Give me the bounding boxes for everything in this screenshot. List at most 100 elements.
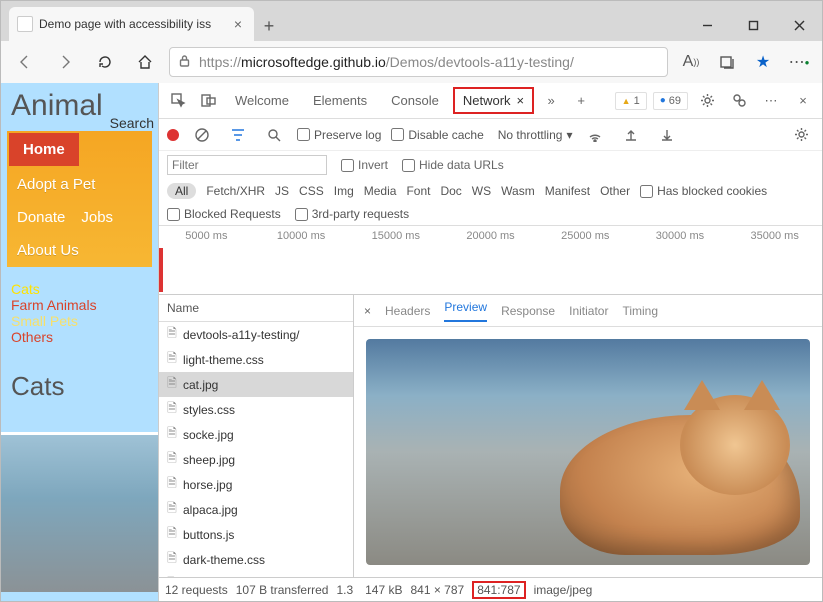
info-badge[interactable]: 69 bbox=[653, 92, 688, 110]
refresh-button[interactable] bbox=[89, 46, 121, 78]
network-settings-icon[interactable] bbox=[788, 122, 814, 148]
filter-other[interactable]: Other bbox=[600, 184, 630, 198]
disable-cache-checkbox[interactable]: Disable cache bbox=[391, 128, 483, 142]
devtools-panel: Welcome Elements Console Network × » + 1… bbox=[158, 83, 822, 601]
clear-icon[interactable] bbox=[189, 122, 215, 148]
kebab-icon[interactable]: ⋯ bbox=[758, 88, 784, 114]
timeline-tick: 15000 ms bbox=[348, 230, 443, 242]
third-party-checkbox[interactable]: 3rd-party requests bbox=[295, 207, 409, 221]
status-dims: 841 × 787 bbox=[410, 583, 464, 597]
page-search-label[interactable]: Search bbox=[110, 115, 154, 131]
record-button[interactable] bbox=[167, 129, 179, 141]
filter-css[interactable]: CSS bbox=[299, 184, 324, 198]
request-row[interactable]: 🗎alpaca.jpg bbox=[159, 497, 353, 522]
tab-network[interactable]: Network × bbox=[453, 87, 534, 114]
link-small[interactable]: Small Pets bbox=[11, 313, 148, 329]
filter-input[interactable] bbox=[167, 155, 327, 175]
request-name: cat.jpg bbox=[183, 378, 218, 392]
file-icon: 🗎 bbox=[165, 349, 179, 370]
menu-donate[interactable]: Donate bbox=[17, 209, 65, 226]
request-name: socke.jpg bbox=[183, 428, 234, 442]
link-farm[interactable]: Farm Animals bbox=[11, 297, 148, 313]
inspect-icon[interactable] bbox=[165, 88, 191, 114]
filter-media[interactable]: Media bbox=[364, 184, 397, 198]
more-icon[interactable]: ⋯● bbox=[784, 47, 814, 77]
request-row[interactable]: 🗎sheep.jpg bbox=[159, 447, 353, 472]
filter-font[interactable]: Font bbox=[406, 184, 430, 198]
tab-preview[interactable]: Preview bbox=[444, 300, 487, 322]
more-tabs-icon[interactable]: » bbox=[538, 88, 564, 114]
request-row[interactable]: 🗎dark-theme.css bbox=[159, 547, 353, 572]
filter-manifest[interactable]: Manifest bbox=[545, 184, 590, 198]
filter-ws[interactable]: WS bbox=[472, 184, 491, 198]
menu-about[interactable]: About Us bbox=[7, 234, 152, 267]
device-toggle-icon[interactable] bbox=[195, 88, 221, 114]
link-cats[interactable]: Cats bbox=[11, 281, 148, 297]
request-list-header: Name bbox=[159, 295, 353, 322]
filter-img[interactable]: Img bbox=[334, 184, 354, 198]
export-icon[interactable] bbox=[654, 122, 680, 148]
request-row[interactable]: 🗎light-theme.css bbox=[159, 347, 353, 372]
tab-close-icon[interactable]: × bbox=[230, 16, 246, 32]
status-bar: 12 requests 107 B transferred 1.3 147 kB… bbox=[159, 577, 822, 601]
preview-close-icon[interactable]: × bbox=[364, 304, 371, 318]
filter-doc[interactable]: Doc bbox=[440, 184, 461, 198]
network-conditions-icon[interactable] bbox=[582, 122, 608, 148]
browser-tab[interactable]: Demo page with accessibility iss × bbox=[9, 7, 254, 41]
close-devtools-icon[interactable]: × bbox=[790, 88, 816, 114]
throttling-select[interactable]: No throttling ▾ bbox=[498, 128, 573, 142]
read-aloud-icon[interactable]: A)) bbox=[676, 47, 706, 77]
hide-data-urls-checkbox[interactable]: Hide data URLs bbox=[402, 158, 504, 172]
menu-adopt[interactable]: Adopt a Pet bbox=[7, 168, 152, 201]
status-mime: image/jpeg bbox=[534, 583, 593, 597]
favorite-icon[interactable]: ★ bbox=[748, 47, 778, 77]
tab-console[interactable]: Console bbox=[381, 87, 449, 114]
tab-elements[interactable]: Elements bbox=[303, 87, 377, 114]
request-row[interactable]: 🗎cat.jpg bbox=[159, 372, 353, 397]
url-box[interactable]: https://microsoftedge.github.io/Demos/de… bbox=[169, 47, 668, 77]
file-icon: 🗎 bbox=[165, 549, 179, 570]
menu-jobs[interactable]: Jobs bbox=[81, 209, 113, 226]
search-icon[interactable] bbox=[261, 122, 287, 148]
request-row[interactable]: 🗎devtools-a11y-testing/ bbox=[159, 322, 353, 347]
request-name: buttons.js bbox=[183, 528, 234, 542]
filter-js[interactable]: JS bbox=[275, 184, 289, 198]
request-row[interactable]: 🗎buttons.js bbox=[159, 522, 353, 547]
blocked-requests-checkbox[interactable]: Blocked Requests bbox=[167, 207, 281, 221]
chevron-down-icon: ▾ bbox=[566, 128, 572, 142]
menu-home[interactable]: Home bbox=[9, 133, 79, 166]
back-button[interactable] bbox=[9, 46, 41, 78]
warnings-badge[interactable]: 1 bbox=[615, 92, 647, 110]
new-tab-button[interactable]: + bbox=[254, 11, 284, 41]
filter-fetch[interactable]: Fetch/XHR bbox=[206, 184, 265, 198]
tab-timing[interactable]: Timing bbox=[622, 304, 658, 318]
home-button[interactable] bbox=[129, 46, 161, 78]
network-timeline[interactable]: 5000 ms10000 ms15000 ms20000 ms25000 ms3… bbox=[159, 225, 822, 295]
tab-response[interactable]: Response bbox=[501, 304, 555, 318]
filter-icon[interactable] bbox=[225, 122, 251, 148]
issues-icon[interactable] bbox=[726, 88, 752, 114]
window-maximize-button[interactable] bbox=[730, 9, 776, 41]
request-row[interactable]: 🗎styles.css bbox=[159, 397, 353, 422]
add-tab-icon[interactable]: + bbox=[568, 88, 594, 114]
invert-checkbox[interactable]: Invert bbox=[341, 158, 388, 172]
collections-icon[interactable] bbox=[712, 47, 742, 77]
tab-headers[interactable]: Headers bbox=[385, 304, 430, 318]
timeline-tick: 20000 ms bbox=[443, 230, 538, 242]
window-minimize-button[interactable] bbox=[684, 9, 730, 41]
blocked-cookies-checkbox[interactable]: Has blocked cookies bbox=[640, 184, 767, 198]
tab-welcome[interactable]: Welcome bbox=[225, 87, 299, 114]
request-row[interactable]: 🗎socke.jpg bbox=[159, 422, 353, 447]
filter-all[interactable]: All bbox=[167, 183, 196, 199]
settings-icon[interactable] bbox=[694, 88, 720, 114]
request-row[interactable]: 🗎horse.jpg bbox=[159, 472, 353, 497]
file-icon: 🗎 bbox=[165, 449, 179, 470]
tab-network-close-icon[interactable]: × bbox=[517, 93, 525, 108]
link-others[interactable]: Others bbox=[11, 329, 148, 345]
window-close-button[interactable] bbox=[776, 9, 822, 41]
tab-network-label: Network bbox=[463, 93, 511, 108]
filter-wasm[interactable]: Wasm bbox=[501, 184, 535, 198]
preserve-log-checkbox[interactable]: Preserve log bbox=[297, 128, 381, 142]
tab-initiator[interactable]: Initiator bbox=[569, 304, 608, 318]
import-icon[interactable] bbox=[618, 122, 644, 148]
